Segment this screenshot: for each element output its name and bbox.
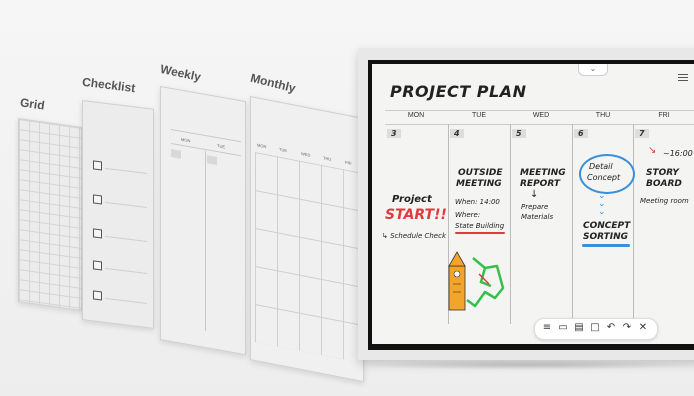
note-board: BOARD xyxy=(646,179,682,189)
monthly-template-card[interactable]: MON TUE WED THU FRI xyxy=(250,96,364,383)
divider xyxy=(105,267,147,274)
hamburger-menu-icon[interactable] xyxy=(678,72,688,83)
note-schedule-check-text: Schedule Check xyxy=(390,232,447,240)
chevron-arrow-icon: ⌄ ⌄ ⌄ xyxy=(598,191,606,217)
day-header-mon: MON xyxy=(407,112,425,119)
checkbox-icon xyxy=(93,260,102,271)
monthly-day-label: THU xyxy=(323,155,332,162)
note-time-value: 16:00 xyxy=(669,149,693,158)
weekly-day-label: TUE xyxy=(217,143,225,150)
divider xyxy=(205,150,206,332)
column-divider xyxy=(633,124,634,324)
note-concept-sorting-2: SORTING xyxy=(583,232,629,242)
note-time: ~16:00 xyxy=(663,149,693,158)
date-number: 6 xyxy=(574,129,588,138)
note-where: Where: xyxy=(455,211,481,219)
checklist-template-card[interactable] xyxy=(82,100,154,329)
note-concept: Concept xyxy=(587,173,621,182)
weekly-day-label: MON xyxy=(181,136,191,144)
map-sketch xyxy=(448,251,505,311)
checkbox-icon xyxy=(93,160,102,171)
board-shadow xyxy=(360,360,694,370)
note-project: Project xyxy=(392,194,432,205)
monthly-day-label: FRI xyxy=(345,159,352,166)
chevron-down-icon[interactable]: ⌄ xyxy=(578,64,608,76)
column-divider xyxy=(572,124,573,324)
note-meeting: MEETING xyxy=(456,179,502,189)
note-when: When: 14:00 xyxy=(455,198,500,206)
divider xyxy=(105,201,147,208)
weekly-template-card[interactable]: MON TUE xyxy=(160,86,246,356)
page-title: PROJECT PLAN xyxy=(390,82,527,101)
note-start: START!! xyxy=(385,207,447,223)
undo-icon[interactable]: ↶ xyxy=(605,322,617,333)
note-report: REPORT xyxy=(520,179,560,189)
underline-stroke xyxy=(455,232,505,234)
divider xyxy=(105,235,147,242)
note-outside: OUTSIDE xyxy=(458,168,503,178)
month-grid xyxy=(255,151,361,363)
divider xyxy=(105,297,147,304)
square-icon[interactable]: □ xyxy=(589,322,601,333)
date-number: 5 xyxy=(512,129,526,138)
divider xyxy=(171,142,241,157)
note-icon[interactable]: ▭ xyxy=(557,322,569,333)
clipboard-icon[interactable]: ▤ xyxy=(573,322,585,333)
drawing-toolbar: ≡ ▭ ▤ □ ↶ ↷ ✕ xyxy=(534,318,658,340)
note-detail: Detail xyxy=(589,162,613,171)
checkbox-icon xyxy=(93,228,102,239)
date-number: 7 xyxy=(635,129,649,138)
checkbox-icon xyxy=(93,194,102,205)
monthly-day-label: MON xyxy=(257,142,267,150)
note-meeting-wed: MEETING xyxy=(520,168,566,178)
note-story: STORY xyxy=(646,168,679,178)
grid-template-card[interactable] xyxy=(18,118,82,311)
arrow-down-icon: ↓ xyxy=(530,189,539,200)
day-header-tue: TUE xyxy=(472,112,486,119)
menu-icon[interactable]: ≡ xyxy=(541,322,553,333)
note-schedule-check: ↳ Schedule Check xyxy=(382,232,447,240)
day-header-wed: WED xyxy=(532,112,550,119)
note-prepare: Prepare xyxy=(521,203,549,211)
divider xyxy=(105,167,147,174)
arrow-icon: ↘ xyxy=(648,145,657,156)
note-concept-sorting-1: CONCEPT xyxy=(583,221,631,231)
date-cell xyxy=(207,155,217,166)
monthly-day-label: WED xyxy=(301,150,311,158)
day-header-fri: FRI xyxy=(658,112,670,119)
note-meeting-room: Meeting room xyxy=(640,197,689,205)
underline-stroke xyxy=(582,244,630,247)
date-number: 3 xyxy=(387,129,401,138)
close-icon[interactable]: ✕ xyxy=(637,322,649,333)
date-cell xyxy=(171,148,181,159)
redo-icon[interactable]: ↷ xyxy=(621,322,633,333)
note-state-building: State Building xyxy=(455,222,505,230)
checkbox-icon xyxy=(93,290,102,301)
day-header-thu: THU xyxy=(595,112,611,119)
date-number: 4 xyxy=(450,129,464,138)
note-materials: Materials xyxy=(521,213,554,221)
monthly-day-label: TUE xyxy=(279,146,287,154)
building-icon xyxy=(448,251,466,311)
